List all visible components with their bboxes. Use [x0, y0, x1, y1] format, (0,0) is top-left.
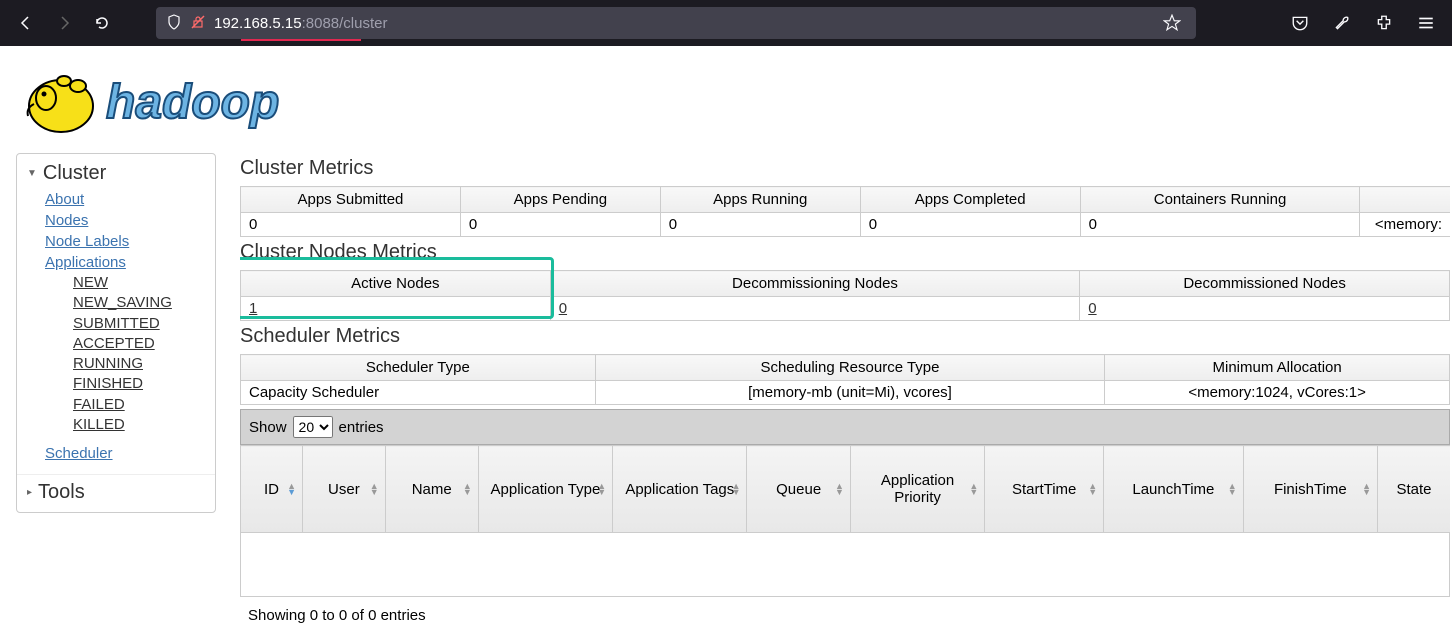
decommissioning-nodes-link[interactable]: 0 — [559, 300, 567, 317]
bookmark-star-icon[interactable] — [1158, 9, 1186, 37]
col-overflow — [1360, 187, 1450, 213]
col-id[interactable]: ID▲▼ — [241, 446, 303, 533]
cluster-metrics-table: Apps Submitted Apps Pending Apps Running… — [240, 186, 1450, 237]
col-app-tags[interactable]: Application Tags▲▼ — [613, 446, 747, 533]
val-decommissioned-nodes: 0 — [1080, 297, 1450, 321]
datatable-controls: Show 20 entries — [240, 409, 1450, 445]
sidebar-link-scheduler[interactable]: Scheduler — [45, 443, 113, 464]
col-finishtime[interactable]: FinishTime▲▼ — [1243, 446, 1377, 533]
sidebar-appstate-failed[interactable]: FAILED — [73, 395, 215, 415]
sidebar-link-about[interactable]: About — [45, 189, 215, 210]
col-state[interactable]: State — [1378, 446, 1450, 533]
val-apps-submitted: 0 — [241, 213, 461, 237]
col-starttime[interactable]: StartTime▲▼ — [985, 446, 1104, 533]
col-decommissioning-nodes[interactable]: Decommissioning Nodes — [550, 271, 1080, 297]
sidebar-link-node-labels[interactable]: Node Labels — [45, 231, 215, 252]
sidebar-section-cluster[interactable]: ▼ Cluster — [17, 160, 215, 187]
col-apps-completed[interactable]: Apps Completed — [860, 187, 1080, 213]
show-label: Show — [249, 419, 287, 436]
sidebar-appstate-running[interactable]: RUNNING — [73, 354, 215, 374]
sidebar-appstate-killed[interactable]: KILLED — [73, 415, 215, 435]
forward-button[interactable] — [50, 9, 78, 37]
col-launchtime[interactable]: LaunchTime▲▼ — [1104, 446, 1244, 533]
sidebar-section-label: Tools — [38, 481, 85, 504]
nodes-metrics-title: Cluster Nodes Metrics — [240, 241, 1452, 264]
sidebar-link-nodes[interactable]: Nodes — [45, 210, 215, 231]
scheduler-metrics-table: Scheduler Type Scheduling Resource Type … — [240, 354, 1450, 405]
val-apps-completed: 0 — [860, 213, 1080, 237]
val-apps-running: 0 — [660, 213, 860, 237]
browser-toolbar: 192.168.5.15:8088/cluster — [0, 0, 1452, 46]
col-apps-pending[interactable]: Apps Pending — [460, 187, 660, 213]
sidebar: ▼ Cluster About Nodes Node Labels Applic… — [16, 153, 216, 513]
hadoop-logo: hadoop — [16, 56, 1452, 143]
browser-right-icons — [1286, 9, 1440, 37]
val-scheduling-resource-type: [memory-mb (unit=Mi), vcores] — [595, 381, 1105, 405]
sidebar-appstate-finished[interactable]: FINISHED — [73, 374, 215, 394]
col-apps-running[interactable]: Apps Running — [660, 187, 860, 213]
url-bar[interactable]: 192.168.5.15:8088/cluster — [156, 7, 1196, 39]
menu-icon[interactable] — [1412, 9, 1440, 37]
datatable-info: Showing 0 to 0 of 0 entries — [240, 597, 1450, 634]
active-nodes-link[interactable]: 1 — [249, 300, 257, 317]
col-containers-running[interactable]: Containers Running — [1080, 187, 1360, 213]
wrench-icon[interactable] — [1328, 9, 1356, 37]
val-decommissioning-nodes: 0 — [550, 297, 1080, 321]
svg-text:hadoop: hadoop — [106, 76, 279, 129]
chevron-right-icon: ▸ — [27, 487, 32, 498]
col-user[interactable]: User▲▼ — [303, 446, 386, 533]
sidebar-section-label: Cluster — [43, 162, 106, 185]
col-app-priority[interactable]: Application Priority▲▼ — [850, 446, 984, 533]
reload-button[interactable] — [88, 9, 116, 37]
scheduler-metrics-title: Scheduler Metrics — [240, 325, 1452, 348]
url-text: 192.168.5.15:8088/cluster — [214, 15, 388, 32]
sidebar-section-tools[interactable]: ▸ Tools — [17, 474, 215, 506]
val-scheduler-type: Capacity Scheduler — [241, 381, 596, 405]
sidebar-link-applications[interactable]: Applications — [45, 252, 215, 273]
col-min-allocation[interactable]: Minimum Allocation — [1105, 355, 1450, 381]
page-size-select[interactable]: 20 — [293, 416, 333, 438]
extensions-icon[interactable] — [1370, 9, 1398, 37]
cluster-metrics-title: Cluster Metrics — [240, 157, 1452, 180]
sidebar-appstate-submitted[interactable]: SUBMITTED — [73, 314, 215, 334]
url-highlight — [241, 39, 361, 41]
decommissioned-nodes-link[interactable]: 0 — [1088, 300, 1096, 317]
sidebar-appstate-new[interactable]: NEW — [73, 273, 215, 293]
col-name[interactable]: Name▲▼ — [385, 446, 478, 533]
col-apps-submitted[interactable]: Apps Submitted — [241, 187, 461, 213]
sidebar-appstate-new-saving[interactable]: NEW_SAVING — [73, 293, 215, 313]
col-scheduling-resource-type[interactable]: Scheduling Resource Type — [595, 355, 1105, 381]
lock-insecure-icon — [190, 14, 206, 33]
sidebar-appstate-accepted[interactable]: ACCEPTED — [73, 334, 215, 354]
val-overflow: <memory: — [1360, 213, 1450, 237]
applications-table-body — [240, 533, 1450, 597]
col-scheduler-type[interactable]: Scheduler Type — [241, 355, 596, 381]
col-active-nodes[interactable]: Active Nodes — [241, 271, 551, 297]
val-containers-running: 0 — [1080, 213, 1360, 237]
val-apps-pending: 0 — [460, 213, 660, 237]
chevron-down-icon: ▼ — [27, 168, 37, 179]
entries-label: entries — [339, 419, 384, 436]
col-decommissioned-nodes[interactable]: Decommissioned Nodes — [1080, 271, 1450, 297]
nodes-metrics-table: Active Nodes Decommissioning Nodes Decom… — [240, 270, 1450, 321]
val-min-allocation: <memory:1024, vCores:1> — [1105, 381, 1450, 405]
shield-icon — [166, 14, 182, 33]
col-app-type[interactable]: Application Type▲▼ — [478, 446, 612, 533]
applications-table: ID▲▼ User▲▼ Name▲▼ Application Type▲▼ Ap… — [240, 445, 1450, 533]
val-active-nodes: 1 — [241, 297, 551, 321]
col-queue[interactable]: Queue▲▼ — [747, 446, 850, 533]
back-button[interactable] — [12, 9, 40, 37]
pocket-icon[interactable] — [1286, 9, 1314, 37]
